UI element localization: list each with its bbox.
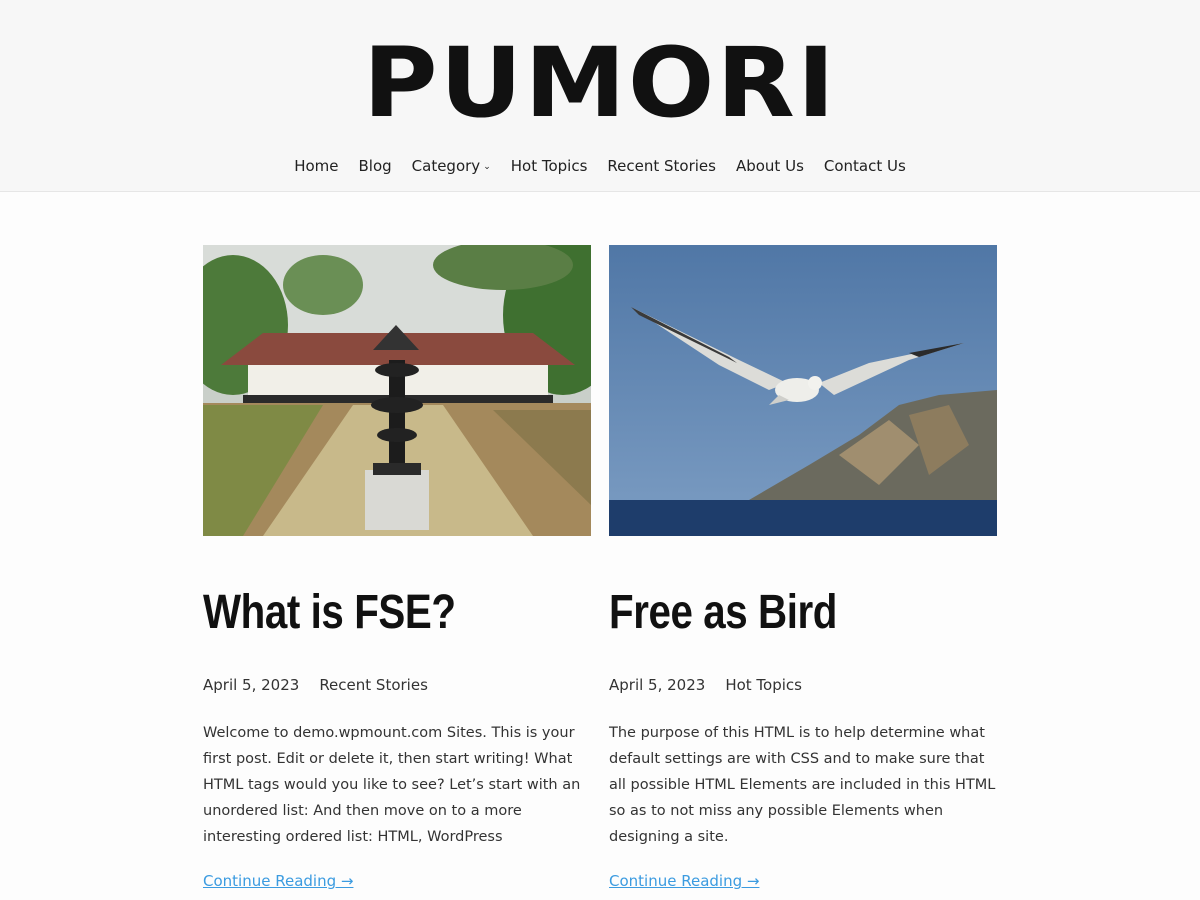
- post-excerpt: Welcome to demo.wpmount.com Sites. This …: [203, 725, 581, 845]
- continue-reading-link[interactable]: Continue Reading →: [203, 872, 353, 890]
- chevron-down-icon: ⌄: [483, 162, 491, 172]
- post-category[interactable]: Hot Topics: [725, 676, 802, 700]
- nav-item-category-label: Category: [411, 157, 481, 175]
- nav-item-category[interactable]: Category ⌄: [412, 154, 491, 178]
- post-thumbnail-temple[interactable]: [203, 245, 591, 536]
- main-navigation: Home Blog Category ⌄ Hot Topics Recent St…: [0, 154, 1200, 178]
- nav-item-contact-us[interactable]: Contact Us: [824, 154, 906, 178]
- nav-item-hot-topics[interactable]: Hot Topics: [511, 154, 588, 178]
- site-title-logo[interactable]: PUMORI: [0, 28, 1200, 138]
- nav-item-blog[interactable]: Blog: [358, 154, 391, 178]
- post-meta: April 5, 2023 Recent Stories: [203, 676, 591, 700]
- nav-item-recent-stories[interactable]: Recent Stories: [607, 154, 716, 178]
- post-excerpt: The purpose of this HTML is to help dete…: [609, 725, 996, 845]
- post-card: What is FSE? April 5, 2023 Recent Storie…: [203, 245, 591, 890]
- temple-image: [203, 245, 591, 536]
- nav-item-about-us[interactable]: About Us: [736, 154, 804, 178]
- post-meta: April 5, 2023 Hot Topics: [609, 676, 997, 700]
- continue-reading-link[interactable]: Continue Reading →: [609, 872, 759, 890]
- post-date[interactable]: April 5, 2023: [203, 676, 299, 700]
- post-card: Free as Bird April 5, 2023 Hot Topics Th…: [609, 245, 997, 890]
- seagull-image: [609, 245, 997, 536]
- site-header: PUMORI Home Blog Category ⌄ Hot Topics Re…: [0, 0, 1200, 192]
- post-date[interactable]: April 5, 2023: [609, 676, 705, 700]
- post-thumbnail-bird[interactable]: [609, 245, 997, 536]
- post-title[interactable]: What is FSE?: [203, 582, 529, 652]
- post-category[interactable]: Recent Stories: [319, 676, 428, 700]
- post-title[interactable]: Free as Bird: [609, 582, 935, 652]
- nav-item-home[interactable]: Home: [294, 154, 338, 178]
